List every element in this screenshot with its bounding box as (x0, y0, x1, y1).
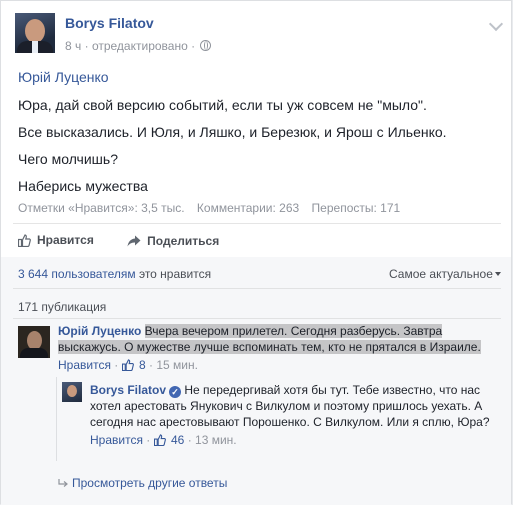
more-replies-label: Просмотреть другие ответы (72, 476, 228, 490)
sort-label: Самое актуальное (389, 267, 493, 281)
post-line: Юра, дай свой версию событий, если ты уж… (18, 97, 427, 113)
share-label: Поделиться (147, 233, 220, 248)
likes-stat[interactable]: Отметки «Нравится»: 3,5 тыс. (18, 201, 185, 215)
comments-stat[interactable]: Комментарии: 263 (197, 201, 299, 215)
comment-like-link[interactable]: Нравится (58, 358, 111, 372)
comment-author[interactable]: Юрій Луценко (58, 324, 141, 338)
reply-like-link[interactable]: Нравится (90, 433, 143, 447)
action-bar: Нравится Поделиться (18, 233, 249, 250)
post-card: Borys Filatov 8 ч · отредактировано · Юр… (0, 0, 512, 505)
share-button[interactable]: Поделиться (127, 234, 219, 248)
sort-dropdown[interactable]: Самое актуальное (389, 267, 501, 281)
verified-badge-icon: ✓ (169, 386, 182, 398)
comments-section: 3 644 пользователям это нравится Самое а… (1, 257, 511, 505)
reply-avatar[interactable] (62, 382, 82, 402)
post-meta: 8 ч · отредактировано · (65, 39, 212, 53)
comment-footer: Нравится · 8 · 15 мин. (58, 358, 198, 372)
comment-time[interactable]: 15 мин. (156, 358, 198, 372)
post-line: Все высказались. И Юля, и Ляшко, и Берез… (18, 124, 447, 140)
post-text: Юрій Луценко Юра, дай свой версию событи… (18, 67, 498, 203)
post-stats: Отметки «Нравится»: 3,5 тыс. Комментарии… (18, 201, 400, 215)
divider (13, 223, 501, 224)
commenter-avatar[interactable] (18, 326, 50, 358)
divider (13, 288, 501, 289)
publications-count[interactable]: 171 публикация (18, 300, 106, 314)
thumbs-up-icon (121, 359, 134, 371)
likes-summary: 3 644 пользователям это нравится (18, 267, 211, 281)
reply-arrow-icon (58, 479, 68, 487)
more-replies-link[interactable]: Просмотреть другие ответы (58, 476, 227, 490)
reply-body: Borys Filatov ✓ Не передергивай хотя бы т… (90, 382, 495, 448)
caret-down-icon (494, 272, 501, 276)
divider (13, 318, 501, 319)
chevron-down-icon[interactable] (488, 16, 504, 32)
like-label: Нравится (37, 233, 94, 247)
comment-body: Юрій Луценко Вчера вечером прилетел. Сег… (58, 323, 498, 373)
reply-author[interactable]: Borys Filatov (90, 383, 166, 397)
likes-count-link[interactable]: 3 644 пользователям (18, 267, 136, 281)
mention-link[interactable]: Юрій Луценко (18, 67, 498, 87)
comment-likes-count[interactable]: 8 (139, 358, 146, 372)
likes-suffix: это нравится (138, 267, 212, 281)
reply: Borys Filatov ✓ Не передергивай хотя бы т… (56, 377, 502, 461)
globe-icon[interactable] (200, 40, 212, 51)
reply-likes-count[interactable]: 46 (171, 433, 184, 447)
share-arrow-icon (127, 235, 141, 246)
like-button[interactable]: Нравится (18, 233, 94, 247)
post-line: Наберись мужества (18, 178, 148, 194)
thumbs-up-icon (18, 233, 31, 247)
reply-footer: Нравится · 46 · 13 мин. (90, 433, 237, 447)
thumbs-up-icon (153, 434, 166, 446)
author-avatar[interactable] (15, 13, 55, 53)
shares-stat[interactable]: Перепосты: 171 (312, 201, 401, 215)
post-line: Чего молчишь? (18, 151, 118, 167)
edited-label[interactable]: · отредактировано · (85, 39, 195, 53)
author-name[interactable]: Borys Filatov (65, 15, 154, 31)
post-time[interactable]: 8 ч (65, 39, 81, 53)
reply-time[interactable]: 13 мин. (195, 433, 237, 447)
